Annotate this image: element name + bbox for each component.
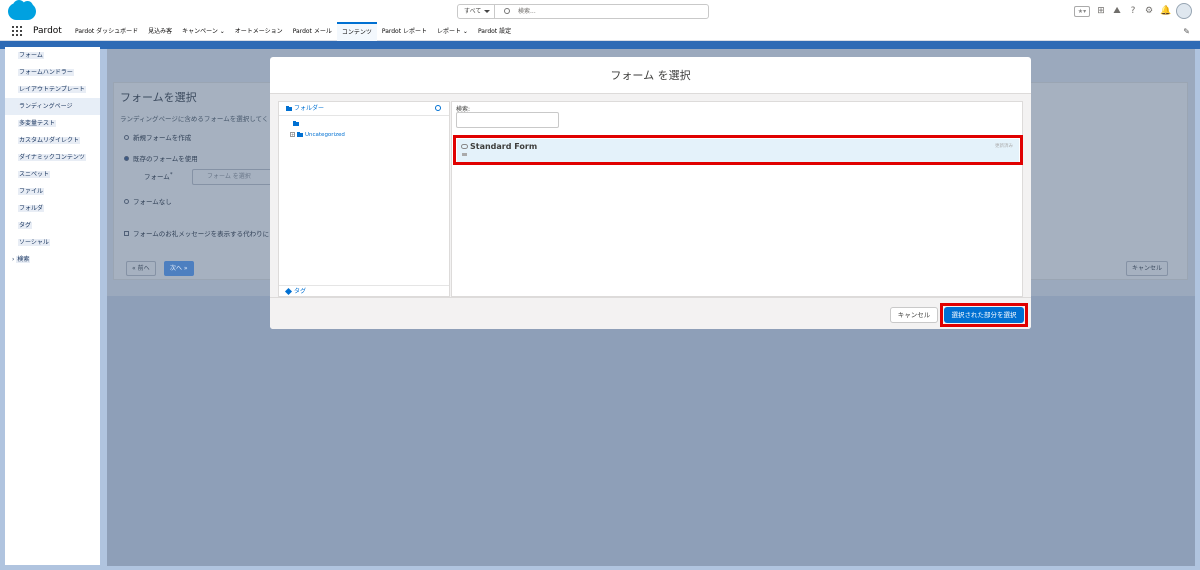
modal-body: フォルダー + Uncategorized タグ 検索: Standard For… [270, 94, 1031, 297]
radio-new-form[interactable]: 新規フォームを作成 [124, 132, 191, 142]
sidebar-item-snippets[interactable]: スニペット [5, 166, 100, 183]
tab-prospects[interactable]: 見込み客 [143, 22, 177, 41]
page-description: ランディングページに含めるフォームを選択してく [120, 115, 269, 123]
tab-campaigns[interactable]: キャンペーン ⌄ [177, 22, 230, 41]
tab-pardot-email[interactable]: Pardot メール [288, 22, 337, 41]
checkbox-icon [124, 231, 129, 236]
folder-icon [286, 105, 292, 111]
sidebar-item-social[interactable]: ソーシャル [5, 234, 100, 251]
chevron-down-icon [484, 10, 490, 13]
cancel-button[interactable]: キャンセル [890, 307, 938, 323]
tree-item-uncategorized[interactable]: + Uncategorized [290, 131, 345, 138]
tab-pardot-settings[interactable]: Pardot 設定 [473, 22, 516, 41]
tag-icon [284, 287, 293, 296]
sidebar-item-tags[interactable]: タグ [5, 217, 100, 234]
search-input[interactable]: 検索... [518, 5, 536, 18]
root-folder-icon[interactable] [293, 121, 299, 126]
prev-button[interactable]: « 前へ [126, 261, 156, 276]
background-dim [107, 296, 1195, 566]
global-search[interactable]: すべて 検索... [457, 4, 709, 19]
avatar[interactable] [1176, 3, 1192, 19]
trailhead-icon[interactable]: ⛰ [1112, 6, 1122, 16]
form-field-label: フォーム* [144, 171, 173, 181]
tab-reports[interactable]: レポート ⌄ [432, 22, 473, 41]
app-name: Pardot [33, 26, 62, 36]
sidebar-item-custom-redirects[interactable]: カスタムリダイレクト [5, 132, 100, 149]
tab-content[interactable]: コンテンツ [336, 22, 377, 41]
page-title: フォームを選択 [120, 91, 197, 104]
modal-search-input[interactable] [456, 112, 559, 128]
folder-icon [297, 131, 303, 137]
tag-section[interactable]: タグ [279, 285, 449, 297]
global-header: すべて 検索... ★▾ ⊞ ⛰ ? ⚙ 🔔 [0, 0, 1200, 22]
modal-title: フォーム を選択 [270, 57, 1031, 94]
next-button[interactable]: 次へ » [164, 261, 194, 276]
radio-icon [124, 156, 129, 161]
sidebar-item-multivariate-tests[interactable]: 多変量テスト [5, 115, 100, 132]
radio-existing-form[interactable]: 既存のフォームを使用 [124, 153, 198, 163]
modal-footer: キャンセル 選択された部分を選択 [270, 297, 1031, 329]
brand-band [0, 41, 1200, 49]
tab-pardot-dashboard[interactable]: Pardot ダッシュボード [70, 22, 143, 41]
bg-cancel-button[interactable]: キャンセル [1126, 261, 1169, 276]
select-form-modal: フォーム を選択 フォルダー + Uncategorized タグ 検索: Sta… [270, 57, 1031, 329]
content-sidebar: フォーム フォームハンドラー レイアウトテンプレート ランディングページ 多変量… [5, 47, 100, 565]
form-list-pane: 検索: Standard Form 更新済み [451, 101, 1023, 297]
highlight-box [453, 135, 1023, 165]
search-scope-label: すべて [464, 8, 482, 15]
sidebar-item-dynamic-content[interactable]: ダイナミックコンテンツ [5, 149, 100, 166]
salesforce-logo[interactable] [8, 0, 36, 20]
search-icon[interactable] [435, 105, 441, 111]
form-select-input[interactable]: フォーム を選択 [192, 169, 272, 185]
favorites-icon[interactable]: ★▾ [1074, 5, 1090, 17]
search-scope-dropdown[interactable]: すべて [458, 5, 495, 18]
folder-header[interactable]: フォルダー [279, 102, 449, 116]
highlight-box [940, 303, 1028, 327]
sidebar-item-form-handlers[interactable]: フォームハンドラー [5, 64, 100, 81]
sidebar-item-folders[interactable]: フォルダ [5, 200, 100, 217]
tab-automation[interactable]: オートメーション [230, 22, 288, 41]
expand-icon[interactable]: + [290, 132, 295, 137]
app-navbar: Pardot Pardot ダッシュボード 見込み客 キャンペーン ⌄ オートメ… [0, 22, 1200, 41]
sidebar-item-files[interactable]: ファイル [5, 183, 100, 200]
thank-you-checkbox[interactable]: フォームのお礼メッセージを表示する代わりに [124, 228, 269, 238]
folder-pane: フォルダー + Uncategorized タグ [278, 101, 450, 297]
sidebar-item-forms[interactable]: フォーム [5, 47, 100, 64]
help-icon[interactable]: ? [1128, 6, 1138, 16]
sidebar-item-landing-pages[interactable]: ランディングページ [5, 98, 100, 115]
radio-icon [124, 135, 129, 140]
sidebar-item-search[interactable]: › 検索 [5, 251, 100, 268]
gear-icon[interactable]: ⚙ [1144, 6, 1154, 16]
radio-no-form[interactable]: フォームなし [124, 196, 172, 206]
bell-icon[interactable]: 🔔 [1160, 6, 1171, 16]
sidebar-item-layout-templates[interactable]: レイアウトテンプレート [5, 81, 100, 98]
add-icon[interactable]: ⊞ [1096, 6, 1106, 16]
tab-pardot-reports[interactable]: Pardot レポート [377, 22, 432, 41]
search-icon [504, 8, 510, 14]
edit-nav-icon[interactable]: ✎ [1183, 27, 1190, 36]
radio-icon [124, 199, 129, 204]
app-launcher-icon[interactable] [12, 26, 22, 36]
